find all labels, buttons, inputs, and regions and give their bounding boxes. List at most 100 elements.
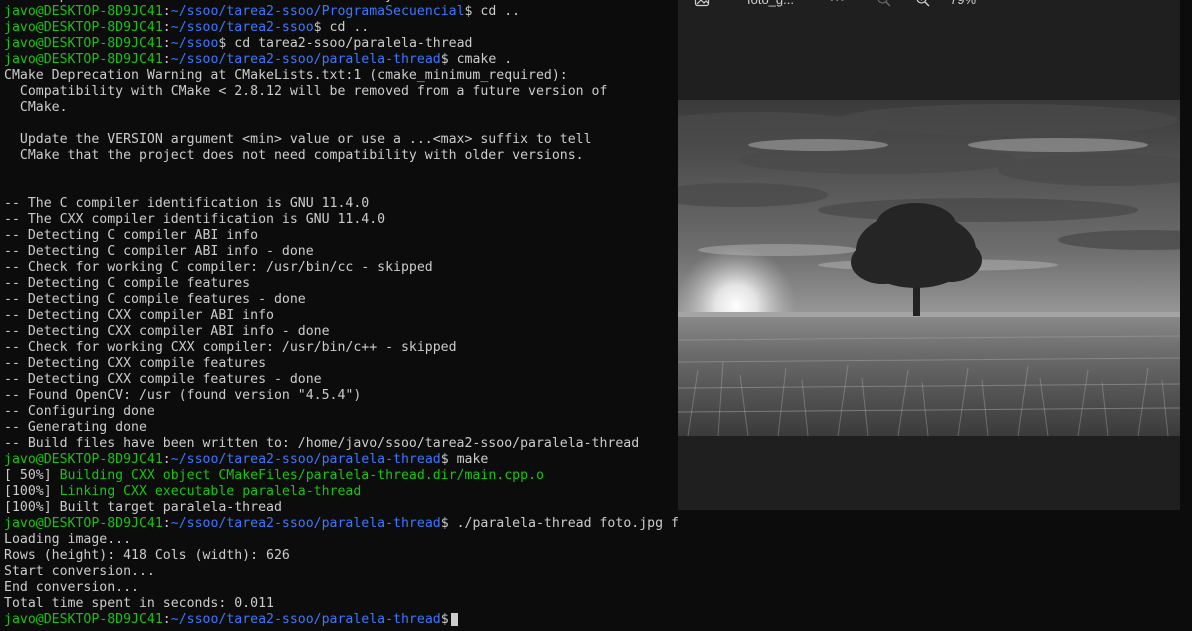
- terminal-line: javo@DESKTOP-8D9JC41:~/ssoo/tarea2-ssoo/…: [4, 4, 678, 20]
- terminal-text: Building CXX object CMakeFiles/paralela-…: [59, 468, 544, 483]
- terminal-line: javo@DESKTOP-8D9JC41:~/ssoo$ cd tarea2-s…: [4, 36, 678, 52]
- terminal-line: Loading image...: [4, 532, 678, 548]
- terminal-text: :: [162, 52, 171, 67]
- terminal-line: [100%] Built target paralela-thread: [4, 500, 678, 516]
- terminal-text: :: [162, 612, 171, 627]
- terminal-text: -- The CXX compiler identification is GN…: [4, 212, 386, 227]
- terminal-text: -- Configuring done: [4, 404, 155, 419]
- terminal-text: :: [162, 36, 171, 51]
- cursor: [450, 612, 458, 626]
- terminal-text: :: [162, 516, 171, 531]
- terminal-text: $ ./paralela-thread foto.jpg foto_gris.j…: [440, 516, 678, 531]
- terminal-text: -- Found OpenCV: /usr (found version "4.…: [4, 388, 362, 403]
- terminal-line: -- Generating done: [4, 420, 678, 436]
- file-name: foto_g...: [747, 0, 794, 12]
- zoom-in-icon[interactable]: [915, 0, 931, 12]
- terminal-text: $: [440, 612, 449, 627]
- terminal-line: Total time spent in seconds: 0.011: [4, 596, 678, 612]
- zoom-level: 79%: [950, 0, 976, 12]
- terminal-line: -- Found OpenCV: /usr (found version "4.…: [4, 388, 678, 404]
- prompt-path: ~/ssoo/tarea2-ssoo: [170, 20, 314, 35]
- prompt-path: ~/ssoo/tarea2-ssoo/paralela-thread: [170, 452, 441, 467]
- terminal-window[interactable]: ssoo: /paralela-thread: No such file or …: [0, 0, 678, 631]
- terminal-text: -- Detecting C compiler ABI info: [4, 228, 259, 243]
- terminal-line: javo@DESKTOP-8D9JC41:~/ssoo/tarea2-ssoo/…: [4, 52, 678, 68]
- terminal-text: Linking CXX executable paralela-thread: [59, 484, 362, 499]
- terminal-text: [100%]: [4, 484, 60, 499]
- photo-viewer-window: foto_g... ··· 79%: [678, 0, 1180, 510]
- terminal-line: CMake.: [4, 100, 678, 116]
- terminal-line: Rows (height): 418 Cols (width): 626: [4, 548, 678, 564]
- terminal-text: CMake.: [4, 100, 68, 115]
- terminal-line: javo@DESKTOP-8D9JC41:~/ssoo/tarea2-ssoo/…: [4, 612, 678, 628]
- terminal-line: -- Detecting C compiler ABI info: [4, 228, 678, 244]
- terminal-line: -- Check for working CXX compiler: /usr/…: [4, 340, 678, 356]
- prompt-user: javo@DESKTOP-8D9JC41: [4, 452, 163, 467]
- prompt-path: ~/ssoo/tarea2-ssoo/paralela-thread: [170, 516, 441, 531]
- terminal-text: $ cd tarea2-ssoo/paralela-thread: [218, 36, 473, 51]
- terminal-text: End conversion...: [4, 580, 139, 595]
- prompt-user: javo@DESKTOP-8D9JC41: [4, 516, 163, 531]
- terminal-text: $ cd ..: [464, 4, 521, 19]
- terminal-line: javo@DESKTOP-8D9JC41:~/ssoo/tarea2-ssoo/…: [4, 516, 678, 532]
- prompt-user: javo@DESKTOP-8D9JC41: [4, 52, 163, 67]
- terminal-line: CMake Deprecation Warning at CMakeLists.…: [4, 68, 678, 84]
- terminal-text: -- The C compiler identification is GNU …: [4, 196, 370, 211]
- terminal-line: javo@DESKTOP-8D9JC41:~/ssoo/tarea2-ssoo$…: [4, 20, 678, 36]
- terminal-text: -- Generating done: [4, 420, 147, 435]
- prompt-path: ~/ssoo/tarea2-ssoo/paralela-thread: [170, 52, 441, 67]
- terminal-text: -- Detecting C compile features: [4, 276, 251, 291]
- terminal-line: -- Detecting CXX compiler ABI info - don…: [4, 324, 678, 340]
- grayscale-photo: [678, 100, 1180, 436]
- terminal-text: $ cd ..: [313, 20, 370, 35]
- more-icon[interactable]: ···: [830, 0, 846, 12]
- right-edge-strip: [1180, 0, 1192, 631]
- prompt-path: ~/ssoo/tarea2-ssoo/ProgramaSecuencial: [170, 4, 465, 19]
- terminal-text: [100%] Built target paralela-thread: [4, 500, 282, 515]
- terminal-line: [100%] Linking CXX executable paralela-t…: [4, 484, 678, 500]
- terminal-line: Start conversion...: [4, 564, 678, 580]
- terminal-text: Loading image...: [4, 532, 132, 547]
- terminal-line: -- Detecting C compile features - done: [4, 292, 678, 308]
- terminal-line: CMake that the project does not need com…: [4, 148, 678, 164]
- terminal-line: -- Check for working C compiler: /usr/bi…: [4, 260, 678, 276]
- terminal-line: -- Detecting CXX compiler ABI info: [4, 308, 678, 324]
- terminal-line: javo@DESKTOP-8D9JC41:~/ssoo/tarea2-ssoo/…: [4, 452, 678, 468]
- terminal-line: -- Configuring done: [4, 404, 678, 420]
- terminal-text: -- Detecting CXX compile features: [4, 356, 267, 371]
- prompt-user: javo@DESKTOP-8D9JC41: [4, 612, 163, 627]
- terminal-text: -- Detecting C compile features - done: [4, 292, 306, 307]
- terminal-text: :: [162, 20, 171, 35]
- terminal-line: -- Detecting CXX compile features: [4, 356, 678, 372]
- terminal-text: $ make: [440, 452, 489, 467]
- terminal-text: -- Detecting CXX compiler ABI info - don…: [4, 324, 330, 339]
- terminal-output: ssoo: /paralela-thread: No such file or …: [4, 0, 678, 628]
- terminal-text: Compatibility with CMake < 2.8.12 will b…: [4, 84, 608, 99]
- prompt-path: ~/ssoo: [170, 36, 219, 51]
- prompt-path: ~/ssoo/tarea2-ssoo/paralela-thread: [170, 612, 441, 627]
- terminal-line: -- The CXX compiler identification is GN…: [4, 212, 678, 228]
- terminal-text: Total time spent in seconds: 0.011: [4, 596, 274, 611]
- terminal-text: :: [162, 452, 171, 467]
- terminal-text: Rows (height): 418 Cols (width): 626: [4, 548, 290, 563]
- terminal-text: -- Detecting C compiler ABI info - done: [4, 244, 314, 259]
- viewer-toolbar: foto_g... ··· 79%: [678, 0, 1180, 12]
- image-icon[interactable]: [694, 0, 710, 12]
- terminal-line: [ 50%] Building CXX object CMakeFiles/pa…: [4, 468, 678, 484]
- prompt-user: javo@DESKTOP-8D9JC41: [4, 4, 163, 19]
- terminal-line: Update the VERSION argument <min> value …: [4, 132, 678, 148]
- zoom-out-icon[interactable]: [876, 0, 892, 12]
- terminal-text: :: [162, 4, 171, 19]
- terminal-line: -- Detecting C compiler ABI info - done: [4, 244, 678, 260]
- terminal-text: -- Build files have been written to: /ho…: [4, 436, 640, 451]
- terminal-text: -- Check for working C compiler: /usr/bi…: [4, 260, 433, 275]
- terminal-line: -- Detecting CXX compile features - done: [4, 372, 678, 388]
- prompt-user: javo@DESKTOP-8D9JC41: [4, 20, 163, 35]
- terminal-line: -- The C compiler identification is GNU …: [4, 196, 678, 212]
- terminal-text: [ 50%]: [4, 468, 60, 483]
- terminal-text: CMake that the project does not need com…: [4, 148, 584, 163]
- terminal-text: -- Check for working CXX compiler: /usr/…: [4, 340, 457, 355]
